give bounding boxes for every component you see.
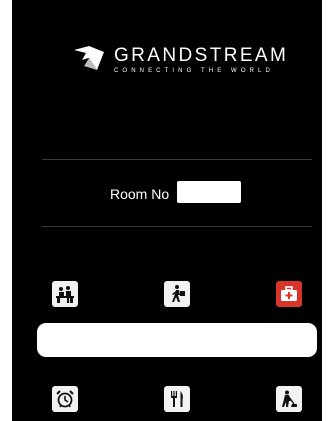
wake-up-call-button[interactable] xyxy=(52,386,78,412)
fork-knife-icon xyxy=(171,391,183,407)
housekeeping-button[interactable] xyxy=(276,386,302,412)
reception-desk-icon xyxy=(56,286,74,303)
top-divider xyxy=(42,159,312,160)
bottom-divider xyxy=(42,226,312,227)
alarm-clock-icon xyxy=(56,390,74,408)
housekeeping-cleaning-icon xyxy=(282,390,297,407)
reception-button[interactable] xyxy=(52,281,78,307)
brand-name: GRANDSTREAM xyxy=(114,45,289,66)
brand-tagline: CONNECTING THE WORLD xyxy=(114,68,274,74)
grandstream-logo: GRANDSTREAM CONNECTING THE WORLD xyxy=(72,44,286,80)
dining-button[interactable] xyxy=(164,386,190,412)
room-number-label: Room No xyxy=(110,186,170,202)
first-aid-kit-icon xyxy=(281,286,297,301)
porter-luggage-icon xyxy=(172,285,185,302)
device-screen: GRANDSTREAM CONNECTING THE WORLD Room No xyxy=(12,0,322,421)
message-bar[interactable] xyxy=(37,323,317,357)
medical-button[interactable] xyxy=(276,281,302,307)
grandstream-logo-icon xyxy=(74,46,104,70)
room-number-input[interactable] xyxy=(177,181,241,203)
porter-button[interactable] xyxy=(164,281,190,307)
